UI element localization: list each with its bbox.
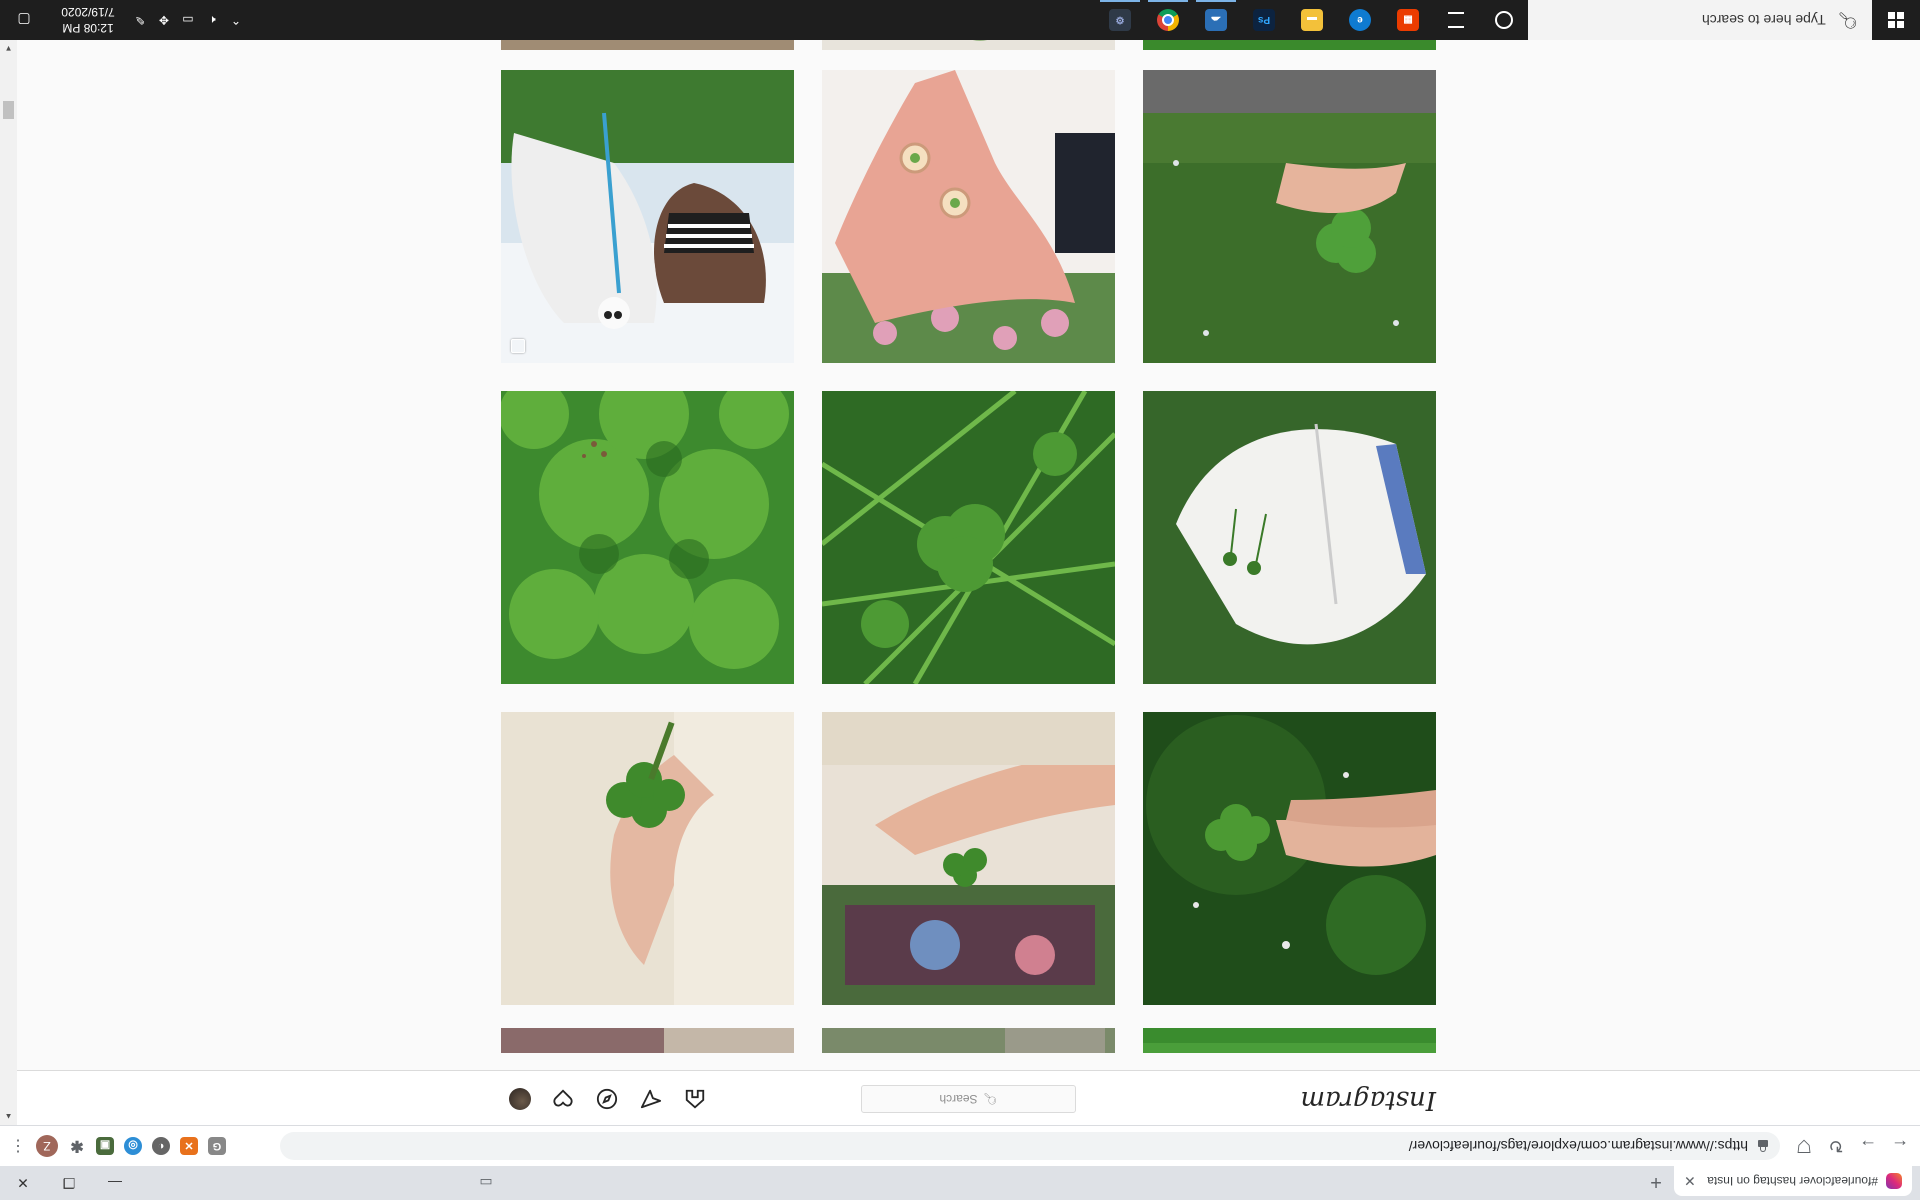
- windows-logo-icon: [1888, 12, 1904, 28]
- system-tray: ⌃ 🔈︎ ▭ ✥ ✎ 12:08 PM 7/19/2020 ▢: [0, 0, 248, 40]
- chrome-icon[interactable]: [1144, 0, 1192, 40]
- extension-green-icon[interactable]: ▣: [96, 1137, 114, 1155]
- screen: #fourleafclover hashtag on Insta ✕ + ▭ —…: [0, 0, 1920, 1200]
- tab-close-icon[interactable]: ✕: [1684, 1173, 1696, 1190]
- post-thumbnail[interactable]: [1143, 1028, 1436, 1053]
- post-thumbnail[interactable]: [1143, 391, 1436, 684]
- extension-circle-icon[interactable]: ◐: [152, 1137, 170, 1155]
- clock-time: 12:08 PM: [62, 21, 114, 35]
- post-thumbnail[interactable]: [501, 1028, 794, 1053]
- browser-tab[interactable]: #fourleafclover hashtag on Insta ✕: [1674, 1166, 1912, 1196]
- post-thumbnail[interactable]: [822, 40, 1115, 50]
- direct-icon[interactable]: [639, 1087, 663, 1111]
- search-input[interactable]: 🔍︎ Search: [861, 1085, 1076, 1113]
- volume-icon[interactable]: 🔈︎: [200, 0, 224, 40]
- instagram-logo[interactable]: Instagram: [1300, 1085, 1436, 1115]
- lock-icon: [1758, 1140, 1768, 1152]
- post-thumbnail[interactable]: [1143, 40, 1436, 50]
- explore-icon[interactable]: [595, 1087, 619, 1111]
- network-icon[interactable]: ▭: [176, 0, 200, 40]
- post-thumbnail[interactable]: [822, 391, 1115, 684]
- back-icon[interactable]: ←: [1888, 1134, 1912, 1158]
- scroll-down-icon[interactable]: ▼: [0, 40, 17, 57]
- tab-strip: #fourleafclover hashtag on Insta ✕ + ▭ —…: [0, 1166, 1920, 1200]
- tab-search-icon[interactable]: ▭: [474, 1171, 498, 1195]
- post-thumbnail[interactable]: [1143, 70, 1436, 363]
- task-view-icon[interactable]: [1432, 0, 1480, 40]
- multiple-posts-icon: [511, 339, 525, 353]
- address-bar[interactable]: https://www.instagram.com/explore/tags/f…: [280, 1132, 1780, 1160]
- post-thumbnail[interactable]: [1143, 712, 1436, 1005]
- browser-toolbar: ← → ↻ ⛉ https://www.instagram.com/explor…: [0, 1125, 1920, 1166]
- minimize-button[interactable]: —: [92, 1166, 138, 1200]
- page-viewport: Instagram 🔍︎ Search: [17, 40, 1920, 1125]
- file-explorer-icon[interactable]: ▬: [1288, 0, 1336, 40]
- restore-button[interactable]: ❐: [46, 1166, 92, 1200]
- search-icon: 🔍︎: [983, 1092, 998, 1105]
- notifications-icon[interactable]: ▢: [0, 0, 48, 40]
- url-text: https://www.instagram.com/explore/tags/f…: [1408, 1138, 1748, 1154]
- forward-icon[interactable]: →: [1856, 1134, 1880, 1158]
- office-icon[interactable]: ▦: [1384, 0, 1432, 40]
- profile-avatar-nav[interactable]: [509, 1088, 531, 1110]
- onedrive-icon[interactable]: ☁: [1192, 0, 1240, 40]
- search-icon: 🔍︎: [1837, 11, 1858, 28]
- tab-title: #fourleafclover hashtag on Insta: [1707, 1174, 1878, 1188]
- post-thumbnail[interactable]: [501, 391, 794, 684]
- settings-icon[interactable]: ⚙: [1096, 0, 1144, 40]
- profile-avatar[interactable]: Z: [36, 1135, 58, 1157]
- taskbar-search-box[interactable]: 🔍︎ Type here to search: [1528, 0, 1872, 40]
- edge-icon[interactable]: e: [1336, 0, 1384, 40]
- start-button[interactable]: [1872, 0, 1920, 40]
- cortana-icon[interactable]: [1480, 0, 1528, 40]
- extensions-puzzle-icon[interactable]: ✱: [68, 1137, 86, 1155]
- home-icon[interactable]: [683, 1087, 707, 1111]
- post-thumbnail[interactable]: [501, 712, 794, 1005]
- taskbar-apps: ▦ e ▬ Ps ☁ ⚙: [1096, 0, 1528, 40]
- taskbar-search-text: Type here to search: [1701, 12, 1826, 28]
- extension-g-icon[interactable]: G: [208, 1137, 226, 1155]
- chevron-up-icon[interactable]: ⌃: [224, 0, 248, 40]
- extension-x-icon[interactable]: ✕: [180, 1137, 198, 1155]
- activity-icon[interactable]: [551, 1087, 575, 1111]
- post-thumbnail[interactable]: [822, 712, 1115, 1005]
- post-thumbnail[interactable]: [501, 70, 794, 363]
- menu-icon[interactable]: ⋮: [10, 1136, 26, 1156]
- instagram-header: Instagram 🔍︎ Search: [17, 1070, 1920, 1125]
- windows-taskbar: 🔍︎ Type here to search ▦ e ▬ Ps ☁ ⚙ ⌃ 🔈︎…: [0, 0, 1920, 40]
- post-thumbnail[interactable]: [501, 40, 794, 50]
- instagram-favicon-icon: [1886, 1173, 1902, 1189]
- new-tab-button[interactable]: +: [1644, 1170, 1668, 1194]
- clock-date: 7/19/2020: [61, 5, 115, 19]
- window-controls: — ❐ ✕: [0, 1166, 138, 1200]
- page-scrollbar[interactable]: ▲ ▼: [0, 40, 17, 1125]
- instagram-nav: [509, 1087, 707, 1111]
- scroll-thumb[interactable]: [3, 101, 14, 119]
- bookmark-icon[interactable]: ⛉: [1792, 1134, 1816, 1158]
- reload-icon[interactable]: ↻: [1824, 1134, 1848, 1158]
- extension-blue-icon[interactable]: ◎: [124, 1137, 142, 1155]
- close-window-button[interactable]: ✕: [0, 1166, 46, 1200]
- pen-icon[interactable]: ✎: [128, 0, 152, 40]
- clock[interactable]: 12:08 PM 7/19/2020: [48, 4, 128, 36]
- search-placeholder: Search: [939, 1092, 978, 1106]
- scroll-up-icon[interactable]: ▲: [0, 1108, 17, 1125]
- post-thumbnail[interactable]: [822, 70, 1115, 363]
- dropbox-icon[interactable]: ✥: [152, 0, 176, 40]
- photoshop-icon[interactable]: Ps: [1240, 0, 1288, 40]
- extensions-area: G ✕ ◐ ◎ ▣ ✱ Z ⋮: [0, 1126, 226, 1166]
- post-thumbnail[interactable]: [822, 1028, 1115, 1053]
